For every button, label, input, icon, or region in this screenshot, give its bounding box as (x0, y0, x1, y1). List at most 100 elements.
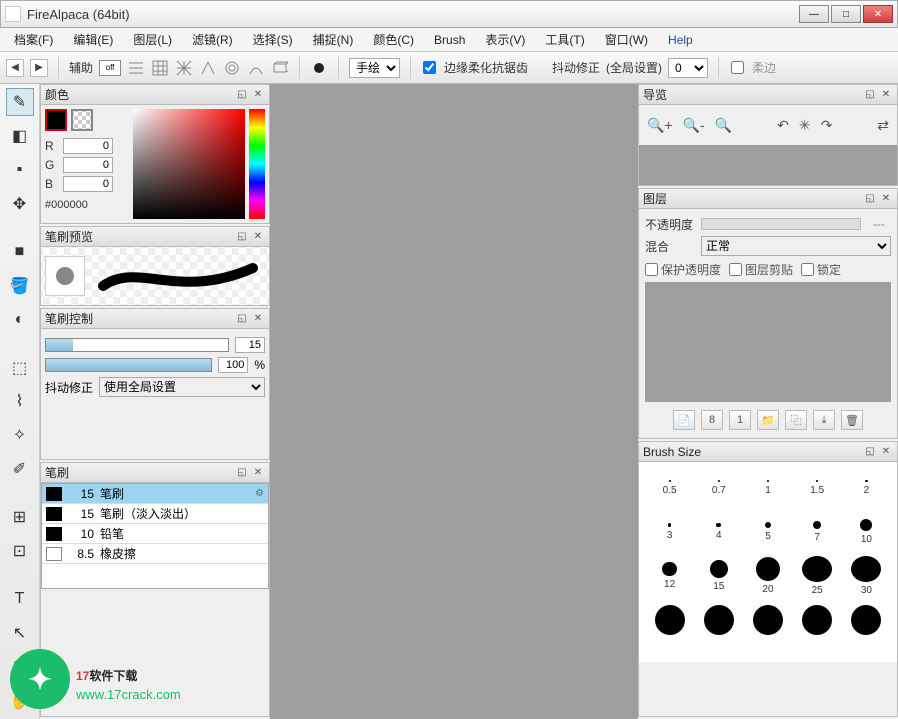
close-icon[interactable]: ✕ (251, 230, 265, 244)
zoom-out-icon[interactable]: 🔍- (683, 117, 705, 134)
brush-item[interactable]: 10铅笔 (42, 524, 268, 544)
menu-brush[interactable]: Brush (426, 31, 473, 49)
fill-tool[interactable]: ■ (6, 238, 34, 266)
undock-icon[interactable]: ◱ (235, 230, 249, 244)
undock-icon[interactable]: ◱ (235, 312, 249, 326)
snap-parallel-icon[interactable] (127, 59, 145, 77)
brush-item[interactable]: 15笔刷（淡入淡出） (42, 504, 268, 524)
layer-list[interactable] (645, 282, 891, 402)
foreground-swatch[interactable] (45, 109, 67, 131)
bucket-tool[interactable]: 🪣 (6, 272, 34, 300)
lock-check[interactable]: 锁定 (801, 261, 841, 278)
operate-tool[interactable]: ⊡ (6, 537, 34, 565)
snap-curve-icon[interactable] (247, 59, 265, 77)
rotate-reset-icon[interactable]: ✳ (799, 117, 811, 134)
text-tool[interactable]: T (6, 585, 34, 613)
close-icon[interactable]: ✕ (251, 466, 265, 480)
brush-size-cell[interactable]: 3 (645, 512, 694, 552)
select-lasso-tool[interactable]: ⌇ (6, 387, 34, 415)
brush-size-cell[interactable]: 25 (793, 556, 842, 596)
snap-3d-icon[interactable] (271, 59, 289, 77)
opacity-slider[interactable] (45, 358, 212, 372)
move-tool[interactable]: ✥ (6, 190, 34, 218)
menu-help[interactable]: Help (660, 31, 701, 49)
menu-color[interactable]: 颜色(C) (365, 29, 422, 50)
stab-select[interactable]: 0 (668, 58, 708, 78)
snap-crisscross-icon[interactable] (175, 59, 193, 77)
r-input[interactable] (63, 138, 113, 154)
brush-size-cell[interactable]: 15 (694, 556, 743, 596)
b-input[interactable] (63, 176, 113, 192)
menu-edit[interactable]: 编辑(E) (65, 29, 121, 50)
brush-size-cell[interactable]: 1 (743, 468, 792, 508)
blend-select[interactable]: 正常 (701, 236, 891, 256)
snap-radial-icon[interactable] (223, 59, 241, 77)
canvas-area[interactable] (270, 84, 638, 719)
close-icon[interactable]: ✕ (879, 192, 893, 206)
size-input[interactable] (235, 337, 265, 353)
menu-layer[interactable]: 图层(L) (125, 29, 180, 50)
add-layer-button[interactable]: 📄 (673, 410, 695, 430)
add-8bit-button[interactable]: 8 (701, 410, 723, 430)
brush-size-cell[interactable]: 0.7 (694, 468, 743, 508)
merge-down-button[interactable]: ⤓ (813, 410, 835, 430)
brush-size-grid[interactable]: 0.50.711.523457101215202530 (639, 462, 897, 662)
menu-select[interactable]: 选择(S) (245, 29, 301, 50)
aa-checkbox[interactable] (423, 61, 436, 74)
soft-checkbox[interactable] (731, 61, 744, 74)
menu-view[interactable]: 表示(V) (477, 29, 533, 50)
brush-size-cell[interactable]: 12 (645, 556, 694, 596)
protect-alpha-check[interactable]: 保护透明度 (645, 261, 721, 278)
undock-icon[interactable]: ◱ (235, 466, 249, 480)
zoom-in-icon[interactable]: 🔍+ (647, 117, 673, 134)
layer-opacity-slider[interactable] (701, 218, 861, 230)
undock-icon[interactable]: ◱ (863, 445, 877, 459)
add-1bit-button[interactable]: 1 (729, 410, 751, 430)
brush-item[interactable]: 8.5橡皮擦 (42, 544, 268, 564)
brush-size-cell[interactable]: 0.5 (645, 468, 694, 508)
snap-vanishing-icon[interactable] (199, 59, 217, 77)
assist-off-button[interactable]: off (99, 60, 121, 76)
duplicate-layer-button[interactable]: ⿻ (785, 410, 807, 430)
menu-tool[interactable]: 工具(T) (537, 29, 592, 50)
brush-size-cell[interactable]: 4 (694, 512, 743, 552)
delete-layer-button[interactable]: 🗑 (841, 410, 863, 430)
gradient-tool[interactable]: ◐ (6, 306, 34, 334)
brush-size-cell[interactable]: 30 (842, 556, 891, 596)
stab-select-local[interactable]: 使用全局设置 (99, 377, 265, 397)
brush-size-cell[interactable]: 2 (842, 468, 891, 508)
divide-tool[interactable]: ⊞ (6, 503, 34, 531)
brush-size-cell[interactable]: 20 (743, 556, 792, 596)
brush-size-cell[interactable]: 10 (842, 512, 891, 552)
zoom-fit-icon[interactable]: 🔍 (715, 117, 732, 134)
eraser-tool[interactable]: ◧ (6, 122, 34, 150)
color-picker[interactable] (133, 109, 245, 219)
close-icon[interactable]: ✕ (879, 445, 893, 459)
close-icon[interactable]: ✕ (251, 88, 265, 102)
brush-size-cell[interactable]: 1.5 (793, 468, 842, 508)
snap-grid-icon[interactable] (151, 59, 169, 77)
undock-icon[interactable]: ◱ (235, 88, 249, 102)
clipping-check[interactable]: 图层剪贴 (729, 261, 793, 278)
undock-icon[interactable]: ◱ (863, 88, 877, 102)
rotate-left-icon[interactable]: ↶ (777, 117, 789, 134)
brush-tool[interactable]: ✎ (6, 88, 34, 116)
rotate-right-icon[interactable]: ↷ (821, 117, 833, 134)
brush-item[interactable]: 15笔刷⚙ (42, 484, 268, 504)
close-button[interactable]: ✕ (863, 5, 893, 23)
add-folder-button[interactable]: 📁 (757, 410, 779, 430)
undo-button[interactable]: ◀ (6, 59, 24, 77)
brush-list[interactable]: 15笔刷⚙15笔刷（淡入淡出）10铅笔8.5橡皮擦 (41, 483, 269, 589)
close-icon[interactable]: ✕ (879, 88, 893, 102)
select-rect-tool[interactable]: ⬚ (6, 354, 34, 382)
object-tool[interactable]: ↖ (6, 619, 34, 647)
brush-size-cell[interactable]: 5 (743, 512, 792, 552)
dot-tool[interactable]: ▪ (6, 156, 34, 184)
close-icon[interactable]: ✕ (251, 312, 265, 326)
minimize-button[interactable]: — (799, 5, 829, 23)
background-swatch[interactable] (71, 109, 93, 131)
select-wand-tool[interactable]: ✧ (6, 421, 34, 449)
opacity-input[interactable] (218, 357, 248, 373)
redo-button[interactable]: ▶ (30, 59, 48, 77)
mode-select[interactable]: 手绘 (349, 58, 400, 78)
